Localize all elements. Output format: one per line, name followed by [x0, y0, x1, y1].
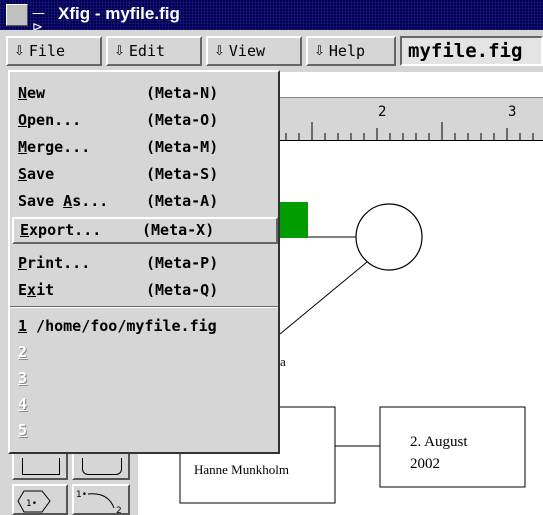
file-menu-item-shortcut: (Meta-P)	[146, 254, 219, 272]
date-box-line2: 2002	[410, 456, 440, 472]
recent-file-number: 4	[18, 395, 28, 413]
file-menu-item-label: Save	[18, 165, 55, 183]
file-menu-item-shortcut: (Meta-M)	[146, 138, 219, 156]
file-menu-item[interactable]: Save As... (Meta-A)	[18, 188, 274, 215]
menu-arrow-icon: ⇩	[214, 43, 225, 59]
menu-arrow-icon: ⇩	[114, 43, 125, 59]
edit-menu-button[interactable]: ⇩ Edit	[106, 36, 202, 66]
file-menu-item[interactable]: New (Meta-N)	[18, 80, 274, 107]
menu-arrow-icon: ⇩	[314, 43, 325, 59]
file-menu-item-shortcut: (Meta-X)	[142, 221, 215, 239]
recent-file-path: /home/foo/myfile.fig	[27, 317, 217, 335]
view-menu-label: View	[228, 42, 266, 60]
help-menu-button[interactable]: ⇩ Help	[306, 36, 396, 66]
file-menu-item[interactable]: Merge... (Meta-M)	[18, 134, 274, 161]
recent-file-item: 3	[18, 366, 27, 391]
recent-file-number: 3	[18, 369, 28, 387]
tool-arc-button[interactable]: 1• 2	[72, 484, 130, 515]
polygon-tool-label: 1•	[26, 499, 37, 509]
file-menu-item-label: New	[18, 84, 46, 102]
file-menu-item-shortcut: (Meta-S)	[146, 165, 219, 183]
tool-rectangle-button[interactable]	[12, 450, 68, 480]
rounded-rectangle-icon	[82, 458, 122, 475]
circle-shape[interactable]	[355, 203, 423, 271]
filename-display: myfile.fig	[400, 36, 543, 66]
file-menu-item-label: Export...	[20, 221, 102, 239]
rectangle-icon	[22, 458, 60, 475]
date-box-line1: 2. August	[410, 434, 468, 450]
green-box[interactable]	[280, 202, 308, 238]
menu-arrow-icon: ⇩	[14, 43, 25, 59]
file-menu-item-label: Merge...	[18, 138, 91, 156]
recent-file-item[interactable]: 1 /home/foo/myfile.fig	[18, 314, 217, 339]
polygon-icon: 1•	[17, 490, 51, 513]
recent-file-number: 2	[18, 343, 28, 361]
file-menu-item[interactable]: Open... (Meta-O)	[18, 107, 274, 134]
recent-file-item: 2	[18, 340, 27, 365]
arc-tool-sub: 2	[116, 506, 122, 513]
tool-polygon-button[interactable]: 1•	[12, 484, 68, 515]
view-menu-button[interactable]: ⇩ View	[206, 36, 302, 66]
recent-file-number: 5	[18, 421, 28, 439]
file-menu-item-label: Save As...	[18, 192, 109, 210]
file-menu-item[interactable]: Export... (Meta-X)	[12, 217, 278, 244]
file-menu-button[interactable]: ⇩ File	[6, 36, 102, 66]
file-menu-item-label: Exit	[18, 281, 55, 299]
file-menu-item-label: Open...	[18, 111, 82, 129]
file-menu-item-shortcut: (Meta-Q)	[146, 281, 219, 299]
diagonal-line[interactable]	[279, 261, 368, 335]
help-menu-label: Help	[328, 42, 366, 60]
recent-file-item: 5	[18, 418, 27, 443]
file-menu-item[interactable]: Print... (Meta-P)	[18, 250, 274, 277]
recent-file-item: 4	[18, 392, 27, 417]
file-menu-item-shortcut: (Meta-A)	[146, 192, 219, 210]
file-menu-item-shortcut: (Meta-O)	[146, 111, 219, 129]
file-menu-label: File	[28, 42, 66, 60]
canvas-fragment-text: a	[280, 354, 286, 369]
pin-icon[interactable]: —⊳	[32, 7, 54, 35]
menu-separator	[10, 306, 278, 308]
window-menu-icon[interactable]	[6, 4, 28, 26]
file-menu-item[interactable]: Exit (Meta-Q)	[18, 277, 274, 304]
file-menu-item[interactable]: Save (Meta-S)	[18, 161, 274, 188]
window-title: Xfig - myfile.fig	[58, 4, 180, 23]
arc-icon: 1• 2	[76, 490, 122, 513]
recent-file-number: 1	[18, 317, 28, 335]
file-menu-item-shortcut: (Meta-N)	[146, 84, 219, 102]
file-dropdown-menu: New (Meta-N) Open... (Meta-O) Merge... (Meta-…	[8, 70, 280, 454]
file-menu-item-label: Print...	[18, 254, 91, 272]
ruler-label-2: 2	[378, 104, 387, 120]
name-box-text: Hanne Munkholm	[194, 462, 289, 477]
tool-rounded-rectangle-button[interactable]	[72, 450, 130, 480]
arc-tool-label: 1•	[76, 490, 87, 500]
ruler-label-3: 3	[508, 104, 517, 120]
edit-menu-label: Edit	[128, 42, 166, 60]
